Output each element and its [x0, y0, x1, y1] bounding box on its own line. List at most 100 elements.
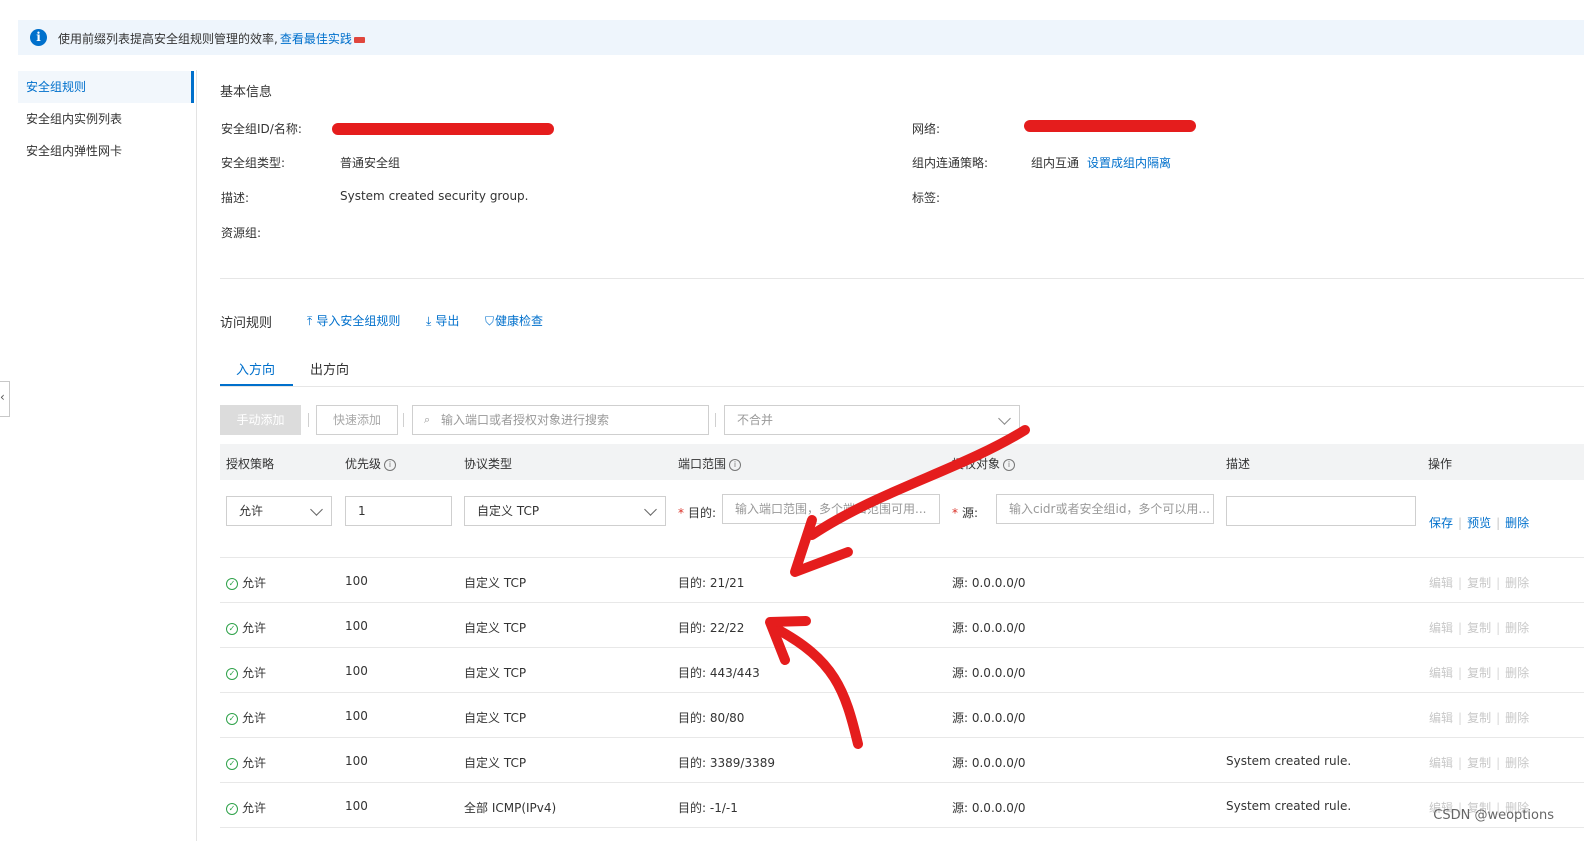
delete-button[interactable]: 删除 [1505, 621, 1529, 635]
source-placeholder: 输入cidr或者安全组id，多个可以用... [1009, 502, 1210, 516]
divider [220, 278, 1584, 279]
sidebar-item-instances[interactable]: 安全组内实例列表 [18, 103, 194, 135]
priority-input[interactable]: 1 [345, 496, 452, 526]
rule-priority: 100 [345, 664, 368, 678]
watermark: CSDN @weoptions [1433, 808, 1554, 823]
merge-select[interactable]: 不合并 [724, 405, 1020, 435]
rule-policy: ✓ 允许 [226, 664, 266, 681]
redacted-id-mark [332, 123, 554, 135]
notice-text: 使用前缀列表提高安全组规则管理的效率, 查看最佳实践 [58, 30, 365, 47]
copy-button[interactable]: 复制 [1467, 576, 1491, 590]
export-label: 导出 [435, 314, 460, 328]
search-input[interactable]: 输入端口或者授权对象进行搜索 [412, 405, 709, 435]
rule-actions: 编辑 | 复制 | 删除 [1429, 754, 1529, 771]
separator [403, 413, 404, 427]
src-label-text: 源: [962, 506, 979, 520]
quick-add-button[interactable]: 快速添加 [316, 405, 398, 435]
delete-button[interactable]: 删除 [1505, 711, 1529, 725]
tab-inbound[interactable]: 入方向 [236, 359, 275, 378]
copy-button[interactable]: 复制 [1467, 621, 1491, 635]
separator [308, 413, 309, 427]
sidebar-collapse-handle[interactable]: ‹ [0, 381, 10, 417]
save-button[interactable]: 保存 [1429, 516, 1453, 530]
delete-button[interactable]: 删除 [1505, 756, 1529, 770]
rule-port-range: 目的: 3389/3389 [678, 756, 775, 770]
policy-value: 组内互通 [1031, 156, 1080, 170]
copy-button[interactable]: 复制 [1467, 756, 1491, 770]
rule-actions: 编辑 | 复制 | 删除 [1429, 709, 1529, 726]
type-value: 普通安全组 [340, 156, 401, 170]
col-desc: 描述 [1226, 455, 1250, 472]
col-protocol-label: 协议类型 [464, 457, 513, 471]
separator: | [1496, 666, 1501, 680]
col-actions: 操作 [1428, 455, 1452, 472]
export-button[interactable]: ⤓ 导出 [426, 312, 459, 329]
delete-button[interactable]: 删除 [1505, 576, 1529, 590]
policy-label: 组内连通策略: [912, 156, 989, 170]
basic-info-title: 基本信息 [220, 85, 273, 100]
health-check-button[interactable]: ⛉健康检查 [485, 312, 543, 329]
help-icon[interactable]: i [1003, 458, 1016, 471]
protocol-select[interactable]: 自定义 TCP [464, 496, 666, 526]
rule-source: 源: 0.0.0.0/0 [952, 621, 1026, 635]
rule-policy-label: 允许 [242, 801, 267, 815]
policy-select[interactable]: 允许 [226, 496, 332, 526]
chevron-left-icon: ‹ [0, 390, 5, 404]
separator [715, 413, 716, 427]
import-rules-button[interactable]: ⤒ 导入安全组规则 [307, 312, 400, 329]
notice-message: 使用前缀列表提高安全组规则管理的效率, [58, 32, 278, 46]
external-link-icon [353, 36, 365, 43]
rule-source: 源: 0.0.0.0/0 [952, 801, 1026, 815]
rule-protocol: 自定义 TCP [464, 576, 527, 590]
annotation-arrow-lower-head [765, 616, 811, 665]
upload-icon: ⤒ [307, 314, 313, 328]
sidebar-item-rules[interactable]: 安全组规则 [18, 71, 194, 103]
tab-outbound[interactable]: 出方向 [310, 359, 349, 378]
download-icon: ⤓ [426, 314, 432, 328]
row-divider [220, 692, 1584, 693]
rule-port-range: 目的: -1/-1 [678, 801, 738, 815]
set-isolation-link[interactable]: 设置成组内隔离 [1087, 154, 1171, 171]
desc-label: 描述: [221, 191, 250, 205]
sidebar-item-enis[interactable]: 安全组内弹性网卡 [18, 135, 194, 167]
copy-button[interactable]: 复制 [1467, 666, 1491, 680]
delete-button[interactable]: 删除 [1505, 516, 1529, 530]
chevron-down-icon [310, 503, 323, 516]
rule-protocol: 自定义 TCP [464, 756, 527, 770]
edit-row-actions: 保存 | 预览 | 删除 [1429, 516, 1530, 530]
best-practice-link[interactable]: 查看最佳实践 [280, 32, 352, 46]
col-port-label: 端口范围 [678, 457, 727, 471]
port-range-placeholder: 输入端口范围，多个端口范围可用... [735, 502, 927, 516]
resource-group-label: 资源组: [221, 226, 262, 240]
manual-add-button[interactable]: 手动添加 [220, 405, 301, 435]
separator: | [1496, 756, 1501, 770]
edit-button[interactable]: 编辑 [1429, 666, 1453, 680]
chevron-down-icon [644, 503, 657, 516]
edit-button[interactable]: 编辑 [1429, 621, 1453, 635]
delete-button[interactable]: 删除 [1505, 666, 1529, 680]
edit-button[interactable]: 编辑 [1429, 711, 1453, 725]
network-label: 网络: [912, 122, 941, 136]
preview-button[interactable]: 预览 [1467, 516, 1491, 530]
col-priority-label: 优先级 [345, 457, 382, 471]
edit-button[interactable]: 编辑 [1429, 756, 1453, 770]
row-divider [220, 782, 1584, 783]
copy-button[interactable]: 复制 [1467, 711, 1491, 725]
help-icon[interactable]: i [384, 458, 397, 471]
search-icon: ⌕ [424, 413, 431, 426]
rule-policy-label: 允许 [242, 756, 267, 770]
rule-description: System created rule. [1226, 799, 1352, 813]
source-input[interactable]: 输入cidr或者安全组id，多个可以用... [996, 494, 1214, 524]
rule-port-range: 目的: 80/80 [678, 711, 745, 725]
edit-button[interactable]: 编辑 [1429, 576, 1453, 590]
description-input[interactable] [1226, 496, 1416, 526]
port-range-input[interactable]: 输入端口范围，多个端口范围可用... [722, 494, 940, 524]
rule-actions: 编辑 | 复制 | 删除 [1429, 664, 1529, 681]
access-rules-title: 访问规则 [220, 316, 273, 331]
help-icon[interactable]: i [729, 458, 742, 471]
rule-actions: 编辑 | 复制 | 删除 [1429, 574, 1529, 591]
rule-port-range: 目的: 443/443 [678, 666, 760, 680]
search-placeholder: 输入端口或者授权对象进行搜索 [441, 413, 610, 427]
rule-source: 源: 0.0.0.0/0 [952, 576, 1026, 590]
row-divider [220, 827, 1584, 828]
